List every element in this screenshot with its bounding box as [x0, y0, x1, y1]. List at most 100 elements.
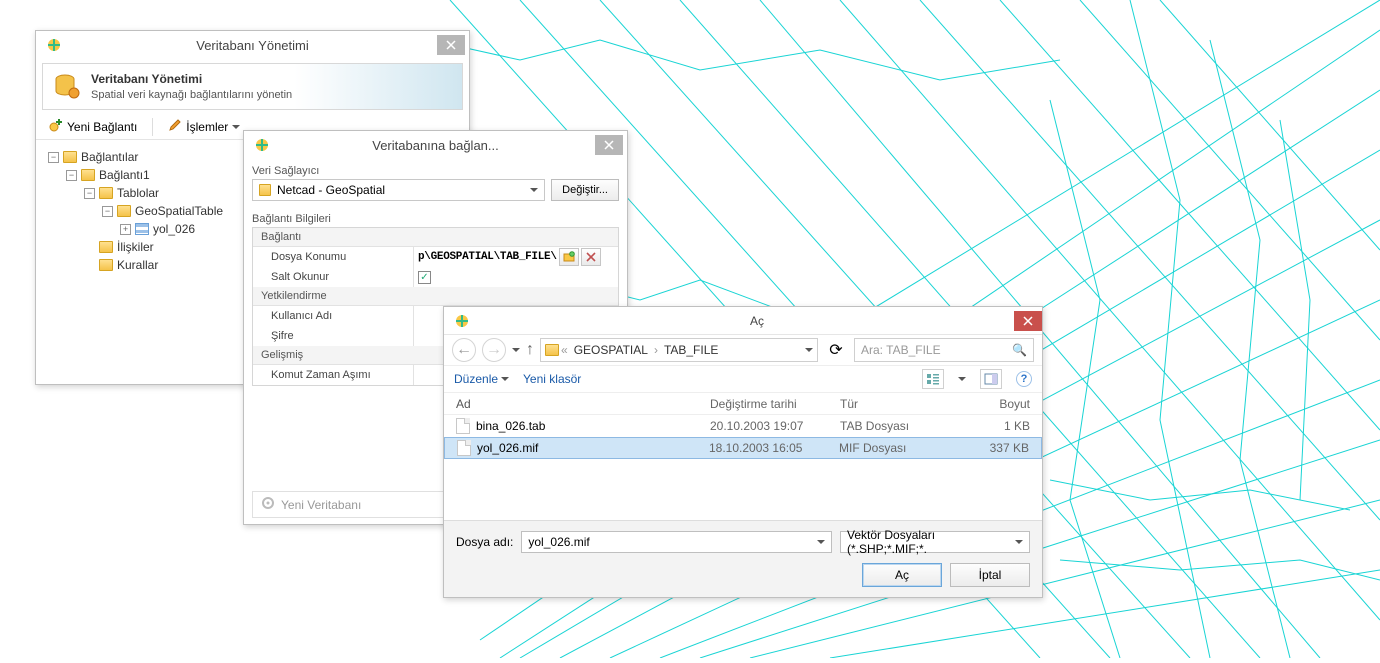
close-button[interactable]: [1014, 311, 1042, 331]
tree-root[interactable]: Bağlantılar: [81, 148, 138, 166]
refresh-button[interactable]: ⟳: [824, 338, 848, 362]
header-subtitle: Spatial veri kaynağı bağlantılarını yöne…: [91, 89, 292, 101]
new-folder-button[interactable]: Yeni klasör: [523, 372, 581, 386]
chevron-icon: «: [561, 343, 568, 357]
password-label: Şifre: [253, 330, 413, 342]
chevron-down-icon[interactable]: [512, 348, 520, 356]
file-name: bina_026.tab: [476, 419, 545, 433]
tree-toggle[interactable]: +: [120, 224, 131, 235]
navigation-bar: ← → ↑ « GEOSPATIAL › TAB_FILE ⟳ Ara: TAB…: [444, 335, 1042, 365]
organize-menu[interactable]: Düzenle: [454, 372, 509, 386]
clear-button[interactable]: [581, 248, 601, 266]
file-row[interactable]: bina_026.tab 20.10.2003 19:07 TAB Dosyas…: [444, 415, 1042, 437]
close-button[interactable]: [595, 135, 623, 155]
change-provider-button[interactable]: Değiştir...: [551, 179, 619, 201]
file-type: MIF Dosyası: [839, 441, 959, 455]
tree-layer[interactable]: yol_026: [153, 220, 195, 238]
chevron-down-icon[interactable]: [958, 377, 966, 385]
filename-input[interactable]: yol_026.mif: [521, 531, 832, 553]
breadcrumb[interactable]: « GEOSPATIAL › TAB_FILE: [540, 338, 818, 362]
file-date: 20.10.2003 19:07: [710, 419, 840, 433]
forward-button[interactable]: →: [482, 338, 506, 362]
pencil-icon: [168, 118, 182, 135]
dialog-footer: Dosya adı: yol_026.mif Vektör Dosyaları …: [444, 520, 1042, 597]
tree-geo-table[interactable]: GeoSpatialTable: [135, 202, 223, 220]
file-icon: [457, 440, 471, 456]
file-toolbar: Düzenle Yeni klasör ?: [444, 365, 1042, 393]
open-button[interactable]: Aç: [862, 563, 942, 587]
app-icon: [254, 137, 270, 153]
tree-rules[interactable]: Kurallar: [117, 256, 158, 274]
new-connection-button[interactable]: Yeni Bağlantı: [42, 115, 144, 138]
plus-icon: [49, 118, 63, 135]
tree-relations[interactable]: İlişkiler: [117, 238, 154, 256]
column-headers[interactable]: Ad Değiştirme tarihi Tür Boyut: [444, 393, 1042, 415]
filename-value: yol_026.mif: [528, 535, 589, 549]
filter-value: Vektör Dosyaları (*.SHP;*.MIF;*.: [847, 528, 1015, 556]
titlebar[interactable]: Veritabanına bağlan...: [244, 131, 627, 159]
col-type[interactable]: Tür: [840, 397, 960, 411]
folder-icon: [63, 151, 77, 163]
separator: [152, 118, 153, 136]
folder-icon: [81, 169, 95, 181]
file-icon: [456, 418, 470, 434]
browse-button[interactable]: [559, 248, 579, 266]
app-icon: [454, 313, 470, 329]
provider-select[interactable]: Netcad - GeoSpatial: [252, 179, 545, 201]
search-icon: 🔍: [1012, 343, 1027, 357]
view-mode-button[interactable]: [922, 369, 944, 389]
search-input[interactable]: Ara: TAB_FILE 🔍: [854, 338, 1034, 362]
chevron-down-icon: [1015, 540, 1023, 548]
folder-icon: [545, 344, 559, 356]
help-button[interactable]: ?: [1016, 371, 1032, 387]
app-icon: [46, 37, 62, 53]
col-name[interactable]: Ad: [456, 397, 710, 411]
window-title: Veritabanına bağlan...: [276, 138, 595, 153]
file-row[interactable]: yol_026.mif 18.10.2003 16:05 MIF Dosyası…: [444, 437, 1042, 459]
col-size[interactable]: Boyut: [960, 397, 1030, 411]
filetype-filter[interactable]: Vektör Dosyaları (*.SHP;*.MIF;*.: [840, 531, 1030, 553]
tree-toggle[interactable]: −: [84, 188, 95, 199]
breadcrumb-seg[interactable]: TAB_FILE: [660, 343, 722, 357]
back-button[interactable]: ←: [452, 338, 476, 362]
file-type: TAB Dosyası: [840, 419, 960, 433]
chevron-down-icon: [530, 188, 538, 196]
file-path-value[interactable]: p\GEOSPATIAL\TAB_FILE\: [418, 251, 557, 263]
file-size: 1 KB: [960, 419, 1030, 433]
chevron-down-icon: [232, 125, 240, 133]
file-list: Ad Değiştirme tarihi Tür Boyut bina_026.…: [444, 393, 1042, 459]
col-date[interactable]: Değiştirme tarihi: [710, 397, 840, 411]
folder-icon: [117, 205, 131, 217]
chevron-down-icon: [501, 377, 509, 385]
up-button[interactable]: ↑: [526, 341, 534, 359]
tree-toggle[interactable]: −: [102, 206, 113, 217]
readonly-checkbox[interactable]: ✓: [418, 271, 431, 284]
tree-tables[interactable]: Tablolar: [117, 184, 159, 202]
tree-toggle[interactable]: −: [66, 170, 77, 181]
close-button[interactable]: [437, 35, 465, 55]
breadcrumb-seg[interactable]: GEOSPATIAL: [570, 343, 652, 357]
tree-connection[interactable]: Bağlantı1: [99, 166, 150, 184]
file-name: yol_026.mif: [477, 441, 538, 455]
header-panel: Veritabanı Yönetimi Spatial veri kaynağı…: [42, 63, 463, 110]
group-connection: Bağlantı: [253, 228, 618, 247]
provider-value: Netcad - GeoSpatial: [277, 183, 385, 197]
window-title: Aç: [476, 314, 1038, 328]
file-date: 18.10.2003 16:05: [709, 441, 839, 455]
database-icon: [53, 72, 81, 100]
operations-label: İşlemler: [186, 120, 228, 134]
operations-button[interactable]: İşlemler: [161, 115, 247, 138]
cancel-button[interactable]: İptal: [950, 563, 1030, 587]
chevron-down-icon[interactable]: [805, 348, 813, 356]
preview-pane-button[interactable]: [980, 369, 1002, 389]
db-icon: [259, 184, 271, 196]
provider-label: Veri Sağlayıcı: [244, 159, 627, 179]
filename-label: Dosya adı:: [456, 535, 513, 549]
gear-icon: [261, 496, 275, 513]
header-title: Veritabanı Yönetimi: [91, 72, 292, 86]
tree-toggle[interactable]: −: [48, 152, 59, 163]
titlebar[interactable]: Aç: [444, 307, 1042, 335]
chevron-right-icon: ›: [654, 343, 658, 357]
titlebar[interactable]: Veritabanı Yönetimi: [36, 31, 469, 59]
timeout-label: Komut Zaman Aşımı: [253, 369, 413, 381]
